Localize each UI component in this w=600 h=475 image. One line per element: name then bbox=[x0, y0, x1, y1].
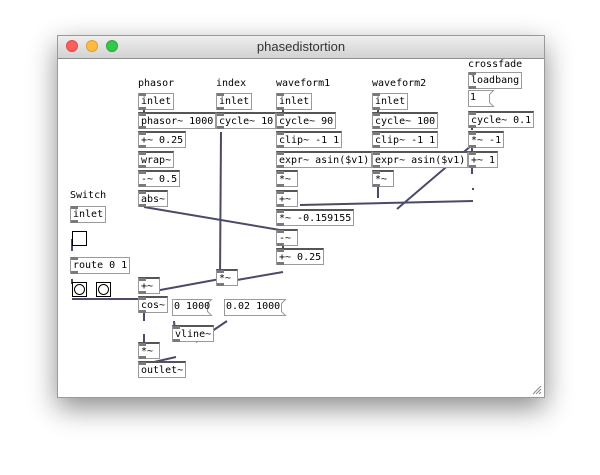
message-0-1000[interactable]: 0 1000 bbox=[172, 299, 213, 316]
message-text: 0 1000 bbox=[174, 301, 211, 312]
object-text: inlet bbox=[375, 96, 406, 107]
object-text: +~ 0.25 bbox=[141, 135, 184, 146]
label-waveform2: waveform2 bbox=[372, 78, 427, 89]
object-text: phasor~ 1000 bbox=[141, 116, 214, 127]
object-text: clip~ -1 1 bbox=[279, 135, 340, 146]
object-text: -~ 0.5 bbox=[141, 174, 178, 185]
object-text: *~ -0.159155 bbox=[279, 213, 352, 224]
times-minus1-object[interactable]: *~ -1 bbox=[468, 131, 505, 148]
object-text: inlet bbox=[141, 96, 172, 107]
label-phasor: phasor bbox=[138, 78, 175, 89]
label-switch: Switch bbox=[70, 190, 107, 201]
object-text: cycle~ 0.1 bbox=[471, 115, 532, 126]
inlet-waveform1-object[interactable]: inlet bbox=[276, 93, 313, 110]
cos-object[interactable]: cos~ bbox=[138, 296, 169, 313]
object-text: cycle~ 90 bbox=[279, 116, 334, 127]
label-crossfade: crossfade bbox=[468, 59, 523, 70]
inlet-switch-object[interactable]: inlet bbox=[70, 206, 107, 223]
title-bar[interactable]: phasedistortion bbox=[58, 36, 544, 59]
object-text: outlet~ bbox=[141, 365, 184, 376]
inlet-waveform2-object[interactable]: inlet bbox=[372, 93, 409, 110]
object-text: inlet bbox=[73, 209, 104, 220]
resize-grip-icon[interactable] bbox=[532, 385, 542, 395]
outlet-object[interactable]: outlet~ bbox=[138, 361, 187, 378]
plus-phase-object[interactable]: +~ bbox=[138, 277, 160, 294]
message-text: 0.02 1000 bbox=[226, 301, 281, 312]
object-text: clip~ -1 1 bbox=[375, 135, 436, 146]
vline-object[interactable]: vline~ bbox=[172, 325, 215, 342]
bang-1[interactable] bbox=[96, 282, 111, 297]
plus-waveform-sum-object[interactable]: +~ bbox=[276, 190, 298, 207]
toggle-switch[interactable] bbox=[72, 231, 87, 246]
message-text: 1 bbox=[470, 92, 477, 103]
object-text: route 0 1 bbox=[73, 260, 128, 271]
route-object[interactable]: route 0 1 bbox=[70, 257, 131, 274]
plus-1-object[interactable]: +~ 1 bbox=[468, 151, 499, 168]
cycle-crossfade-object[interactable]: cycle~ 0.1 bbox=[468, 111, 535, 128]
expr-waveform2-object[interactable]: expr~ asin($v1) bbox=[372, 151, 469, 168]
inlet-index-object[interactable]: inlet bbox=[216, 93, 253, 110]
multiply-waveform1-object[interactable]: *~ bbox=[276, 170, 298, 187]
message-1[interactable]: 1 bbox=[468, 90, 495, 107]
label-waveform1: waveform1 bbox=[276, 78, 331, 89]
clip-waveform1-object[interactable]: clip~ -1 1 bbox=[276, 131, 343, 148]
object-text: expr~ asin($v1) bbox=[279, 155, 370, 166]
phasor-object[interactable]: phasor~ 1000 bbox=[138, 112, 217, 129]
object-text: loadbang bbox=[471, 75, 520, 86]
multiply-waveform2-object[interactable]: *~ bbox=[372, 170, 394, 187]
multiply-index-object[interactable]: *~ bbox=[216, 269, 238, 286]
object-text: expr~ asin($v1) bbox=[375, 155, 466, 166]
multiply-constant-object[interactable]: *~ -0.159155 bbox=[276, 209, 355, 226]
expr-waveform1-object[interactable]: expr~ asin($v1) bbox=[276, 151, 373, 168]
object-text: inlet bbox=[279, 96, 310, 107]
object-text: cycle~ 10 bbox=[219, 116, 274, 127]
window-title: phasedistortion bbox=[256, 39, 346, 54]
abs-object[interactable]: abs~ bbox=[138, 190, 169, 207]
cycle-waveform2-object[interactable]: cycle~ 100 bbox=[372, 112, 439, 129]
cycle-waveform1-object[interactable]: cycle~ 90 bbox=[276, 112, 337, 129]
object-text: vline~ bbox=[175, 329, 212, 340]
object-text: inlet bbox=[219, 96, 250, 107]
label-index: index bbox=[216, 78, 247, 89]
minus-05-object[interactable]: -~ 0.5 bbox=[138, 170, 181, 187]
patch-window: phasedistortion phasor index waveform1 w… bbox=[57, 35, 545, 398]
wrap-object[interactable]: wrap~ bbox=[138, 151, 175, 168]
object-text: cycle~ 100 bbox=[375, 116, 436, 127]
loadbang-object[interactable]: loadbang bbox=[468, 72, 523, 89]
clip-waveform2-object[interactable]: clip~ -1 1 bbox=[372, 131, 439, 148]
patch-canvas[interactable]: phasor index waveform1 waveform2 crossfa… bbox=[58, 59, 544, 397]
minus-signal-object[interactable]: -~ bbox=[276, 229, 298, 246]
plus-025-object[interactable]: +~ 0.25 bbox=[138, 131, 187, 148]
bang-0[interactable] bbox=[72, 282, 87, 297]
inlet-phasor-object[interactable]: inlet bbox=[138, 93, 175, 110]
cycle-index-object[interactable]: cycle~ 10 bbox=[216, 112, 277, 129]
plus-025b-object[interactable]: +~ 0.25 bbox=[276, 248, 325, 265]
message-002-1000[interactable]: 0.02 1000 bbox=[224, 299, 287, 316]
multiply-output-object[interactable]: *~ bbox=[138, 342, 160, 359]
object-text: +~ 0.25 bbox=[279, 252, 322, 263]
